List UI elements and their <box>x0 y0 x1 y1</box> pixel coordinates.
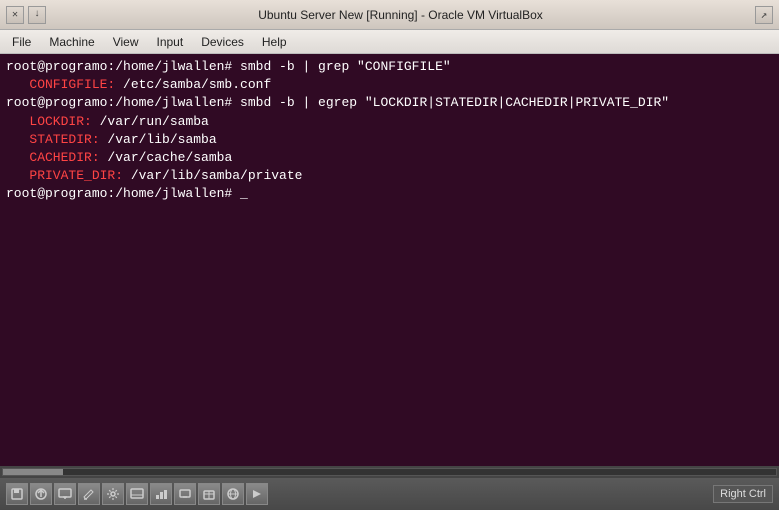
menu-help[interactable]: Help <box>254 33 295 51</box>
terminal-line-5: STATEDIR: /var/lib/samba <box>6 131 773 149</box>
menu-view[interactable]: View <box>105 33 147 51</box>
chart-icon[interactable] <box>150 483 172 505</box>
right-ctrl-label: Right Ctrl <box>713 485 773 503</box>
terminal-line-8: root@programo:/home/jlwallen# _ <box>6 185 773 203</box>
terminal[interactable]: root@programo:/home/jlwallen# smbd -b | … <box>0 54 779 466</box>
menu-devices[interactable]: Devices <box>193 33 252 51</box>
status-icons <box>6 483 268 505</box>
menu-machine[interactable]: Machine <box>41 33 102 51</box>
menu-file[interactable]: File <box>4 33 39 51</box>
title-bar-controls: ✕ ↓ <box>6 6 46 24</box>
save-icon[interactable] <box>6 483 28 505</box>
terminal-line-7: PRIVATE_DIR: /var/lib/samba/private <box>6 167 773 185</box>
menu-bar: File Machine View Input Devices Help <box>0 30 779 54</box>
monitor-icon[interactable] <box>126 483 148 505</box>
scrollbar-thumb[interactable] <box>3 469 63 475</box>
close-button[interactable]: ✕ <box>6 6 24 24</box>
screen-icon[interactable] <box>174 483 196 505</box>
network-icon[interactable] <box>222 483 244 505</box>
scrollbar-track[interactable] <box>2 468 777 476</box>
minimize-button[interactable]: ↓ <box>28 6 46 24</box>
terminal-line-3: root@programo:/home/jlwallen# smbd -b | … <box>6 94 773 112</box>
arrow-right-icon[interactable] <box>246 483 268 505</box>
scrollbar-area[interactable] <box>0 466 779 478</box>
edit-icon[interactable] <box>78 483 100 505</box>
title-bar: ✕ ↓ Ubuntu Server New [Running] - Oracle… <box>0 0 779 30</box>
terminal-line-1: root@programo:/home/jlwallen# smbd -b | … <box>6 58 773 76</box>
status-bar: Right Ctrl <box>0 478 779 510</box>
window-title: Ubuntu Server New [Running] - Oracle VM … <box>258 8 543 22</box>
terminal-line-6: CACHEDIR: /var/cache/samba <box>6 149 773 167</box>
terminal-line-2: CONFIGFILE: /etc/samba/smb.conf <box>6 76 773 94</box>
display-icon[interactable] <box>54 483 76 505</box>
upload-icon[interactable] <box>30 483 52 505</box>
menu-input[interactable]: Input <box>149 33 192 51</box>
package-icon[interactable] <box>198 483 220 505</box>
settings-icon[interactable] <box>102 483 124 505</box>
maximize-button[interactable]: ↗ <box>755 6 773 24</box>
terminal-line-4: LOCKDIR: /var/run/samba <box>6 113 773 131</box>
